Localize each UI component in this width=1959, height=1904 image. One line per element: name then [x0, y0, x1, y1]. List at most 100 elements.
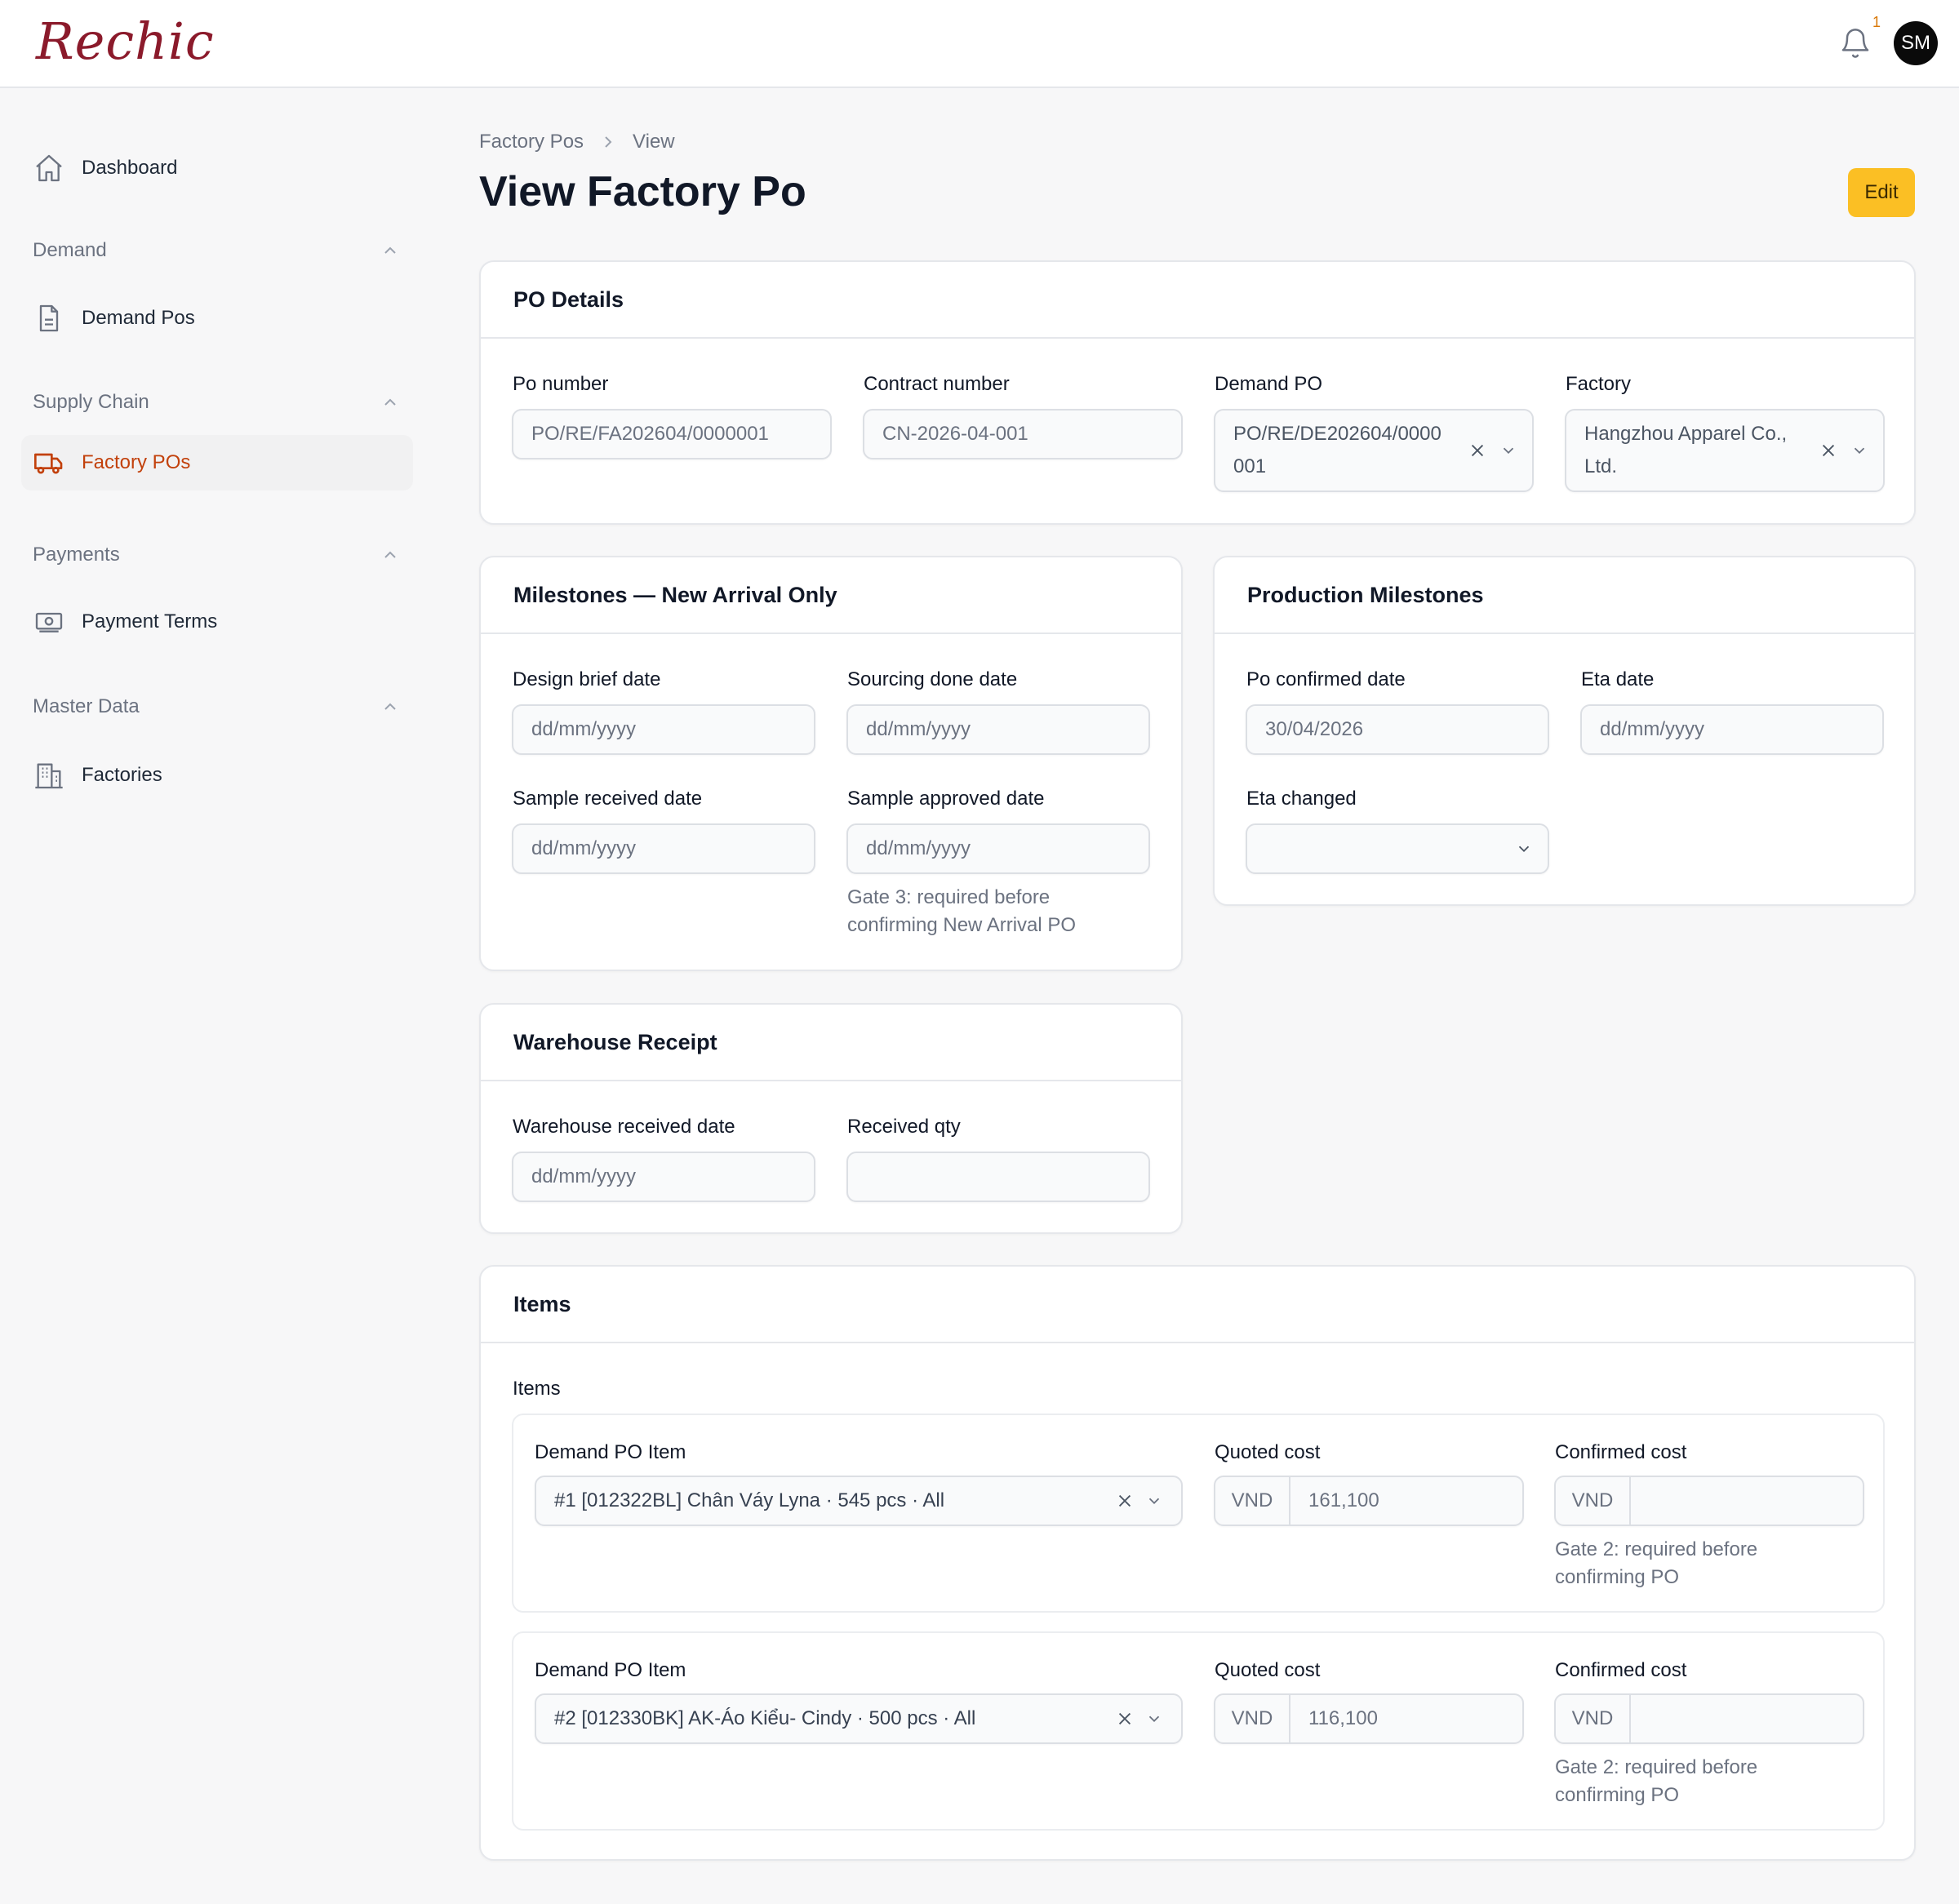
- brand-logo[interactable]: Rechic: [36, 11, 215, 71]
- sidebar-group-master-data[interactable]: Master Data: [33, 690, 400, 723]
- factory-select[interactable]: Hangzhou Apparel Co., Ltd.: [1565, 409, 1885, 492]
- confirmed-cost-hint: Gate 2: required before confirming PO: [1555, 1754, 1757, 1809]
- document-icon: [39, 304, 59, 332]
- contract-number-field[interactable]: CN-2026-04-001: [863, 409, 1183, 459]
- warehouse-receipt-card: Warehouse Receipt Warehouse received dat…: [479, 1003, 1183, 1234]
- demand-po-select[interactable]: PO/RE/DE202604/0000 001: [1214, 409, 1534, 492]
- quoted-cost-input[interactable]: VND 161,100: [1214, 1476, 1524, 1526]
- sample-received-date-input[interactable]: dd/mm/yyyy: [512, 823, 815, 874]
- demand-po-item-select[interactable]: #2 [012330BK] AK-Áo Kiểu- Cindy · 500 pc…: [535, 1693, 1183, 1744]
- po-number-value: PO/RE/FA202604/0000001: [531, 423, 769, 445]
- confirmed-cost-hint: Gate 2: required before confirming PO: [1555, 1536, 1757, 1591]
- sidebar-item-label: Payment Terms: [82, 610, 218, 632]
- items-list-label: Items: [513, 1378, 561, 1400]
- confirmed-cost-input[interactable]: VND: [1554, 1476, 1864, 1526]
- confirmed-cost-label: Confirmed cost: [1555, 1659, 1687, 1681]
- quoted-cost-label: Quoted cost: [1215, 1441, 1321, 1463]
- date-placeholder: dd/mm/yyyy: [531, 718, 637, 740]
- clear-icon[interactable]: [1116, 1492, 1134, 1510]
- eta-date-input[interactable]: dd/mm/yyyy: [1580, 704, 1884, 755]
- demand-po-value-line2: 001: [1233, 455, 1267, 477]
- chevron-down-icon[interactable]: [1145, 1710, 1163, 1728]
- chevron-down-icon[interactable]: [1850, 442, 1868, 459]
- date-placeholder: dd/mm/yyyy: [531, 1165, 637, 1187]
- hint-line: confirming New Arrival PO: [847, 914, 1077, 936]
- po-details-card: PO Details Po number PO/RE/FA202604/0000…: [479, 260, 1916, 525]
- sidebar-group-payments[interactable]: Payments: [33, 539, 400, 571]
- warehouse-received-date-input[interactable]: dd/mm/yyyy: [512, 1152, 815, 1202]
- sidebar-group-label: Demand: [33, 239, 107, 261]
- sidebar-group-demand[interactable]: Demand: [33, 234, 400, 267]
- demand-po-item-select[interactable]: #1 [012322BL] Chân Váy Lyna · 545 pcs · …: [535, 1476, 1183, 1526]
- chevron-right-icon: [605, 136, 612, 148]
- sidebar-item-label: Demand Pos: [82, 307, 195, 329]
- date-placeholder: dd/mm/yyyy: [866, 718, 971, 740]
- received-qty-label: Received qty: [847, 1116, 961, 1138]
- sidebar-item-demand-pos[interactable]: Demand Pos: [21, 291, 413, 346]
- eta-changed-select[interactable]: [1246, 823, 1549, 874]
- milestones-new-arrival-card: Milestones — New Arrival Only Design bri…: [479, 556, 1183, 971]
- demand-po-value-line1: PO/RE/DE202604/0000: [1233, 423, 1441, 445]
- sample-approved-date-input[interactable]: dd/mm/yyyy: [846, 823, 1150, 874]
- demand-po-value: PO/RE/DE202604/0000 001: [1233, 418, 1441, 483]
- chevron-down-icon[interactable]: [1499, 442, 1517, 459]
- factory-value-line2: Ltd.: [1584, 455, 1618, 477]
- clear-icon[interactable]: [1819, 442, 1837, 459]
- po-confirmed-date-input[interactable]: 30/04/2026: [1246, 704, 1549, 755]
- banknote-icon: [35, 612, 63, 632]
- warehouse-received-date-label: Warehouse received date: [513, 1116, 735, 1138]
- hint-line: confirming PO: [1555, 1784, 1680, 1806]
- quoted-cost-value: 161,100: [1308, 1489, 1379, 1511]
- card-title: Milestones — New Arrival Only: [481, 557, 1181, 634]
- page-title: View Factory Po: [479, 168, 806, 215]
- chevron-up-icon: [384, 703, 396, 710]
- received-qty-input[interactable]: [846, 1152, 1150, 1202]
- sample-approved-hint: Gate 3: required before confirming New A…: [847, 884, 1076, 939]
- production-milestones-card: Production Milestones Po confirmed date …: [1213, 556, 1916, 906]
- sourcing-done-label: Sourcing done date: [847, 668, 1018, 690]
- sample-approved-label: Sample approved date: [847, 788, 1045, 810]
- sidebar-item-factories[interactable]: Factories: [21, 748, 413, 803]
- sidebar-item-payment-terms[interactable]: Payment Terms: [21, 594, 413, 650]
- user-avatar[interactable]: SM: [1894, 21, 1938, 65]
- quoted-cost-input[interactable]: VND 116,100: [1214, 1693, 1524, 1744]
- sidebar-group-label: Supply Chain: [33, 391, 149, 413]
- edit-button[interactable]: Edit: [1848, 168, 1915, 217]
- sidebar-item-label: Factory POs: [82, 451, 191, 473]
- chevron-up-icon: [384, 398, 396, 406]
- hint-line: Gate 3: required before: [847, 886, 1051, 908]
- clear-icon[interactable]: [1116, 1710, 1134, 1728]
- card-title: Warehouse Receipt: [481, 1005, 1181, 1081]
- contract-number-value: CN-2026-04-001: [882, 423, 1028, 445]
- chevron-down-icon[interactable]: [1145, 1492, 1163, 1510]
- sidebar-group-supply-chain[interactable]: Supply Chain: [33, 386, 400, 419]
- po-confirmed-value: 30/04/2026: [1265, 718, 1364, 740]
- po-number-label: Po number: [513, 373, 609, 395]
- confirmed-cost-input[interactable]: VND: [1554, 1693, 1864, 1744]
- eta-changed-label: Eta changed: [1246, 788, 1357, 810]
- design-brief-date-input[interactable]: dd/mm/yyyy: [512, 704, 815, 755]
- date-placeholder: dd/mm/yyyy: [866, 837, 971, 859]
- hint-line: confirming PO: [1555, 1566, 1680, 1588]
- sidebar-item-factory-pos[interactable]: Factory POs: [21, 435, 413, 490]
- currency-prefix: VND: [1556, 1477, 1631, 1525]
- quoted-cost-value: 116,100: [1308, 1707, 1378, 1729]
- sidebar-group-label: Master Data: [33, 695, 140, 717]
- chevron-up-icon: [384, 551, 396, 558]
- demand-po-item-value: #1 [012322BL] Chân Váy Lyna · 545 pcs · …: [554, 1489, 945, 1511]
- contract-number-label: Contract number: [864, 373, 1010, 395]
- sourcing-done-date-input[interactable]: dd/mm/yyyy: [846, 704, 1150, 755]
- demand-po-item-value: #2 [012330BK] AK-Áo Kiểu- Cindy · 500 pc…: [554, 1707, 976, 1729]
- factory-label: Factory: [1566, 373, 1632, 395]
- breadcrumb-parent-link[interactable]: Factory Pos: [479, 131, 584, 153]
- top-bar: Rechic 1 SM: [0, 0, 1959, 88]
- bell-icon[interactable]: [1839, 27, 1872, 60]
- clear-icon[interactable]: [1468, 442, 1486, 459]
- breadcrumb-current: View: [633, 131, 675, 153]
- date-placeholder: dd/mm/yyyy: [531, 837, 637, 859]
- sidebar-item-dashboard[interactable]: Dashboard: [21, 140, 413, 196]
- item-row: Demand PO Item #2 [012330BK] AK-Áo Kiểu-…: [512, 1631, 1885, 1831]
- po-number-field[interactable]: PO/RE/FA202604/0000001: [512, 409, 832, 459]
- sidebar-item-label: Factories: [82, 764, 162, 786]
- items-card: Items Items Demand PO Item #1 [012322BL]…: [479, 1265, 1916, 1861]
